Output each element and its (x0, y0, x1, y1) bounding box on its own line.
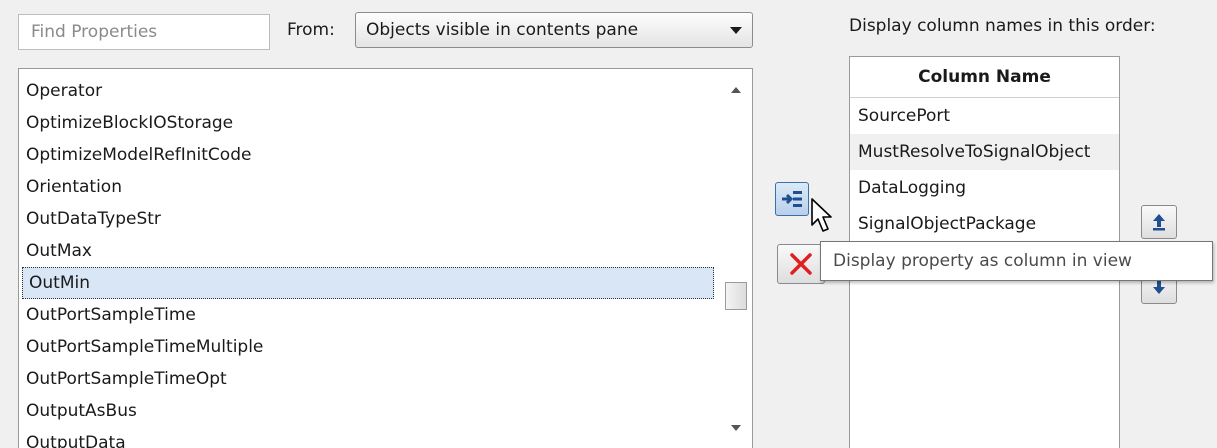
from-dropdown[interactable]: Objects visible in contents pane (355, 12, 753, 48)
list-item[interactable]: OutMax (19, 235, 719, 267)
scroll-down-arrow-icon[interactable] (731, 425, 741, 431)
column-order-label: Display column names in this order: (849, 16, 1156, 36)
find-properties-input[interactable] (18, 14, 270, 50)
list-item-selected[interactable]: OutMin (22, 267, 714, 299)
list-item[interactable]: OptimizeBlockIOStorage (19, 107, 719, 139)
remove-column-icon (790, 253, 812, 275)
list-item[interactable]: OptimizeModelRefInitCode (19, 139, 719, 171)
move-up-button[interactable] (1141, 205, 1177, 239)
list-item[interactable]: OutPortSampleTimeOpt (19, 363, 719, 395)
property-list[interactable]: Operator OptimizeBlockIOStorage Optimize… (18, 68, 753, 448)
list-item[interactable]: OutPortSampleTimeMultiple (19, 331, 719, 363)
table-row[interactable]: SourcePort (850, 98, 1119, 134)
remove-column-button[interactable] (777, 244, 825, 284)
from-label: From: (287, 20, 335, 40)
list-item[interactable]: OutDataTypeStr (19, 203, 719, 235)
list-item[interactable]: OutputData (19, 427, 719, 448)
table-row[interactable]: SignalObjectPackage (850, 206, 1119, 242)
table-row[interactable]: DataLogging (850, 170, 1119, 206)
mouse-pointer-icon (811, 198, 832, 232)
vertical-scrollbar[interactable] (722, 69, 752, 448)
scroll-up-arrow-icon[interactable] (731, 87, 741, 93)
move-up-icon (1153, 214, 1165, 231)
chevron-down-icon (730, 27, 742, 34)
add-column-icon (782, 191, 802, 207)
tooltip: Display property as column in view (820, 241, 1213, 281)
list-item[interactable]: OutPortSampleTime (19, 299, 719, 331)
list-item[interactable]: Orientation (19, 171, 719, 203)
column-name-header: Column Name (850, 57, 1119, 98)
table-row[interactable]: MustResolveToSignalObject (850, 134, 1119, 170)
scroll-thumb[interactable] (725, 282, 747, 310)
add-column-button[interactable] (775, 182, 809, 216)
list-item[interactable]: Operator (19, 75, 719, 107)
list-item[interactable]: OutputAsBus (19, 395, 719, 427)
from-dropdown-value: Objects visible in contents pane (366, 20, 639, 40)
